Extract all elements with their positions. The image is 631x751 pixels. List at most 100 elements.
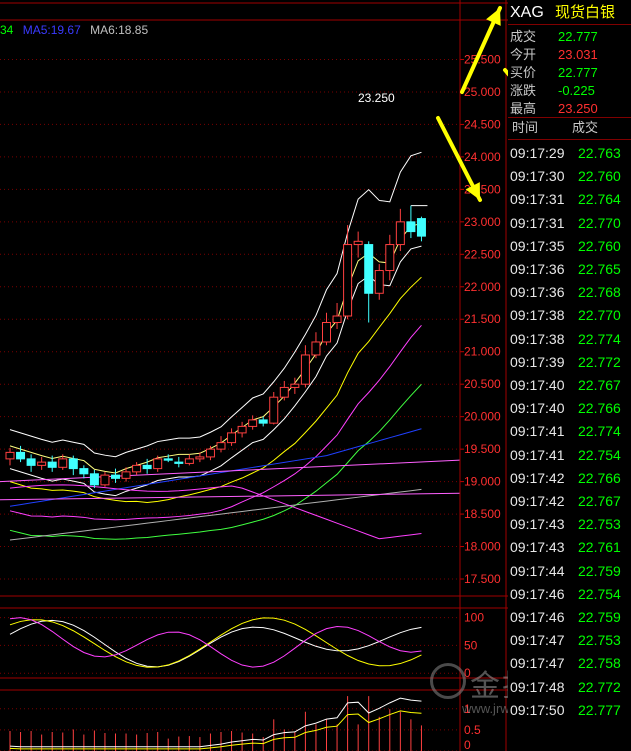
y-tick-label: 25.000 — [464, 85, 501, 99]
tick-time: 09:17:40 — [510, 377, 565, 393]
tick-price: 22.753 — [578, 632, 621, 649]
candle[interactable] — [269, 391, 279, 425]
sub1-tick-label: 100 — [464, 611, 484, 625]
y-tick-label: 24.000 — [464, 150, 501, 164]
tick-row[interactable]: 09:17:40 22.766 — [508, 397, 631, 420]
tick-price: 22.767 — [578, 493, 621, 509]
tick-price: 22.754 — [578, 585, 621, 602]
instrument-name: 现货白银 — [555, 4, 616, 21]
tick-price: 22.759 — [578, 562, 621, 579]
tick-price: 22.770 — [578, 307, 621, 324]
tick-row[interactable]: 09:17:40 22.767 — [508, 374, 631, 397]
tick-time: 09:17:39 — [510, 353, 565, 370]
tick-row[interactable]: 09:17:50 22.777 — [508, 699, 631, 722]
y-tick-label: 25.500 — [464, 52, 501, 66]
tick-row[interactable]: 09:17:46 22.759 — [508, 606, 631, 629]
tick-price: 22.753 — [578, 516, 621, 533]
quote-label: 今开 — [510, 47, 537, 62]
sub1-tick-label: 50 — [464, 638, 478, 652]
tick-row[interactable]: 09:17:30 22.760 — [508, 165, 631, 188]
sub2-tick-label: 0 — [464, 738, 471, 751]
tick-price: 22.767 — [578, 377, 621, 393]
instrument-header: XAG 现货白银 — [508, 2, 631, 24]
tick-row[interactable]: 09:17:31 22.770 — [508, 212, 631, 235]
tick-row[interactable]: 09:17:42 22.767 — [508, 490, 631, 513]
tick-row[interactable]: 09:17:36 22.765 — [508, 258, 631, 281]
tick-time: 09:17:36 — [510, 261, 565, 277]
tick-time: 09:17:30 — [510, 168, 565, 185]
tick-time: 09:17:36 — [510, 284, 565, 301]
tick-price: 22.765 — [578, 261, 621, 277]
ma-legend-item-2: MA5:19.67 — [22, 23, 81, 37]
y-tick-label: 21.500 — [464, 312, 501, 326]
quote-panel: XAG 现货白银 成交 22.777 今开 23.031 买价 22.777 涨跌 -0.22… — [508, 0, 631, 751]
quote-label: 最高 — [510, 101, 537, 116]
tick-row[interactable]: 09:17:43 22.761 — [508, 536, 631, 559]
tick-row[interactable]: 09:17:44 22.759 — [508, 560, 631, 583]
tick-time: 09:17:41 — [510, 423, 565, 440]
tick-time: 09:17:42 — [510, 469, 565, 486]
tick-time: 09:17:50 — [510, 701, 565, 718]
tick-time: 09:17:31 — [510, 214, 565, 231]
tick-price: 22.764 — [578, 191, 621, 208]
tick-time: 09:17:46 — [510, 609, 565, 625]
tick-time: 09:17:47 — [510, 655, 565, 672]
tick-price: 22.772 — [578, 678, 621, 695]
tick-row[interactable]: 09:17:41 22.774 — [508, 420, 631, 443]
tick-time: 09:17:31 — [510, 191, 565, 208]
tick-time: 09:17:48 — [510, 678, 565, 695]
kline-chart[interactable]: 25.50025.00024.50024.00023.50023.00022.5… — [0, 0, 508, 751]
y-tick-label: 20.000 — [464, 410, 501, 424]
y-tick-label: 23.000 — [464, 215, 501, 229]
quote-value: 22.777 — [558, 65, 598, 80]
tick-price: 22.774 — [578, 423, 621, 440]
tick-price: 22.777 — [578, 701, 621, 718]
tick-row[interactable]: 09:17:47 22.753 — [508, 629, 631, 652]
tick-time: 09:17:41 — [510, 446, 565, 463]
tick-time: 09:17:35 — [510, 237, 565, 254]
tick-row[interactable]: 09:17:39 22.772 — [508, 351, 631, 374]
tick-time: 09:17:47 — [510, 632, 565, 649]
quote-value: 23.250 — [558, 101, 598, 116]
tick-row[interactable]: 09:17:31 22.764 — [508, 188, 631, 211]
tick-time: 09:17:42 — [510, 493, 565, 509]
tick-row[interactable]: 09:17:43 22.753 — [508, 513, 631, 536]
tick-price: 22.766 — [578, 469, 621, 486]
tick-row[interactable]: 09:17:47 22.758 — [508, 652, 631, 675]
tick-row[interactable]: 09:17:38 22.774 — [508, 328, 631, 351]
price-annotation: 23.250 — [358, 91, 395, 105]
tick-row[interactable]: 09:17:41 22.754 — [508, 444, 631, 467]
ma-legend-item-1: 34 — [0, 23, 14, 37]
tick-time: 09:17:38 — [510, 307, 565, 324]
y-tick-label: 18.000 — [464, 540, 501, 554]
y-tick-label: 19.000 — [464, 475, 501, 489]
ma-legend: 34 MA5:19.67 MA6:18.85 — [0, 22, 148, 38]
tick-price: 22.754 — [578, 446, 621, 463]
ticks-header-price: 成交 — [572, 120, 599, 135]
quote-label: 买价 — [510, 65, 537, 80]
quote-value: 23.031 — [558, 47, 598, 62]
tick-row[interactable]: 09:17:42 22.766 — [508, 467, 631, 490]
tick-row[interactable]: 09:17:35 22.760 — [508, 235, 631, 258]
tick-row[interactable]: 09:17:48 22.772 — [508, 676, 631, 699]
tick-price: 22.768 — [578, 284, 621, 301]
tick-time: 09:17:38 — [510, 330, 565, 347]
ma-legend-item-3: MA6:18.85 — [90, 23, 149, 37]
tick-row[interactable]: 09:17:46 22.754 — [508, 583, 631, 606]
ticks-header-time: 时间 — [512, 120, 539, 135]
tick-row[interactable]: 09:17:29 22.763 — [508, 142, 631, 165]
tick-time: 09:17:29 — [510, 145, 565, 161]
tick-time: 09:17:43 — [510, 539, 565, 556]
y-tick-label: 18.500 — [464, 507, 501, 521]
y-tick-label: 21.000 — [464, 345, 501, 359]
tick-row[interactable]: 09:17:38 22.770 — [508, 304, 631, 327]
y-tick-label: 19.500 — [464, 442, 501, 456]
quote-label: 涨跌 — [510, 83, 537, 98]
tick-time: 09:17:44 — [510, 562, 565, 579]
tick-time: 09:17:43 — [510, 516, 565, 533]
tick-price: 22.770 — [578, 214, 621, 231]
tick-price: 22.760 — [578, 237, 621, 254]
tick-row[interactable]: 09:17:36 22.768 — [508, 281, 631, 304]
tick-time: 09:17:46 — [510, 585, 565, 602]
tick-time: 09:17:40 — [510, 400, 565, 417]
